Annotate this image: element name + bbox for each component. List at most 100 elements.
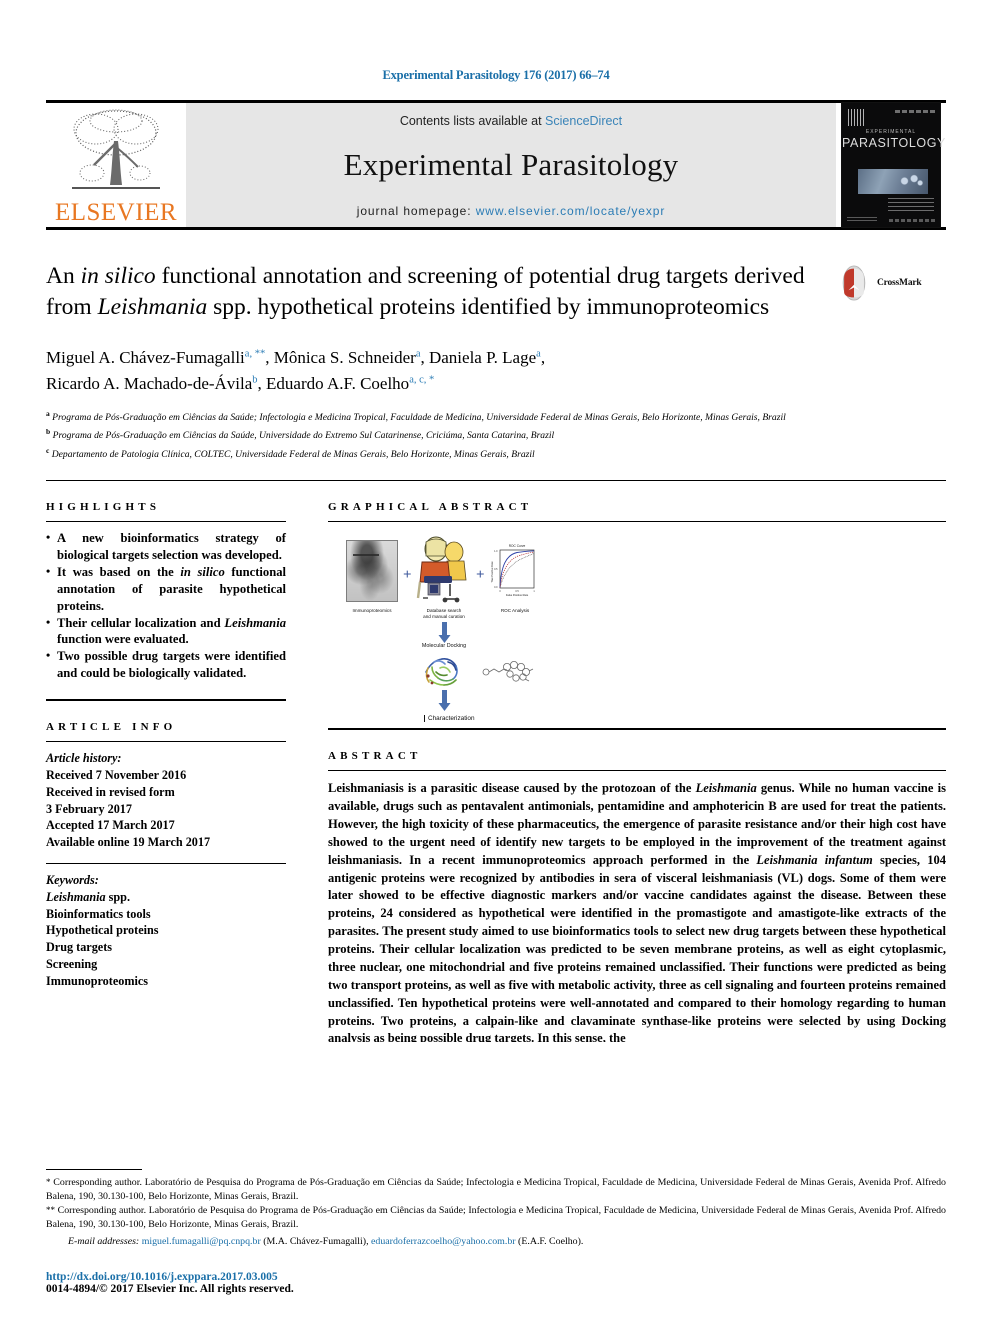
contents-list-line: Contents lists available at ScienceDirec…: [400, 114, 622, 128]
caption-roc-analysis: ROC Analysis: [500, 608, 530, 614]
down-arrow-icon-2: [438, 690, 451, 712]
history-item: Received in revised form: [46, 784, 175, 799]
article-history: Article history: Received 7 November 201…: [46, 750, 286, 851]
author-1-affil-marker[interactable]: a, **: [245, 348, 265, 359]
svg-text:0: 0: [499, 590, 501, 593]
svg-text:True Positive Rate: True Positive Rate: [490, 561, 494, 583]
author-5-affil-marker[interactable]: a, c, *: [409, 374, 434, 385]
cover-footer-url: [889, 219, 935, 222]
journal-cover-cell: EXPERIMENTAL PARASITOLOGY: [836, 102, 946, 228]
graphical-abstract-heading: GRAPHICAL ABSTRACT: [328, 501, 533, 514]
svg-text:0.0: 0.0: [494, 586, 498, 589]
list-item: Two possible drug targets were identifie…: [46, 647, 286, 682]
homepage-url-link[interactable]: www.elsevier.com/locate/yexpr: [476, 204, 666, 218]
corresponding-author-note-2: ** Corresponding author. Laboratório de …: [46, 1204, 946, 1232]
article-info-divider: [46, 741, 286, 743]
affiliation-c-text: Departamento de Patologia Clínica, COLTE…: [51, 448, 535, 460]
graphical-abstract-bottom-divider: [328, 728, 946, 731]
abstract-seg-3: species, 104 antigenic proteins were rec…: [328, 852, 946, 1043]
history-item: Available online 19 March 2017: [46, 835, 211, 850]
page-title: An in silico functional annotation and s…: [46, 261, 824, 323]
protein-structure-image: [425, 658, 458, 686]
contents-prefix: Contents lists available at: [399, 114, 546, 128]
svg-text:0.5: 0.5: [515, 590, 519, 593]
journal-masthead: ELSEVIER Contents lists available at Sci…: [46, 100, 946, 230]
cover-topright-text: [895, 110, 935, 113]
crossmark-label: CrossMark: [877, 278, 922, 288]
title-italic-in-silico: in silico: [80, 263, 156, 289]
email-addresses-line: E-mail addresses: miguel.fumagalli@pq.cn…: [46, 1236, 946, 1247]
sciencedirect-band: Contents lists available at ScienceDirec…: [186, 103, 836, 227]
highlights-list: A new bioinformatics strategy of biologi…: [46, 529, 286, 682]
running-head: Experimental Parasitology 176 (2017) 66–…: [382, 68, 610, 82]
keywords-divider: [46, 863, 286, 864]
note-2-text: Corresponding author. Laboratório de Pes…: [46, 1204, 946, 1230]
caption-database-search: Database search and manual curation: [423, 608, 465, 620]
crossmark-badge[interactable]: CrossMark: [836, 265, 946, 301]
affiliation-a: a Programa de Pós-Graduação em Ciências …: [46, 408, 946, 425]
highlight-2-pre: Their cellular localization and: [57, 615, 225, 630]
list-item: Hypothetical proteins: [46, 923, 159, 938]
elsevier-tree-icon: [72, 109, 160, 189]
history-item: 3 February 2017: [46, 801, 132, 816]
corresponding-author-note-1: * Corresponding author. Laboratório de P…: [46, 1176, 946, 1204]
affiliation-b: b Programa de Pós-Graduação em Ciências …: [46, 426, 946, 443]
down-arrow-icon-1: [438, 622, 451, 644]
roc-curve-chart: ROC Curve True Positive Rate False Posit…: [488, 540, 540, 603]
keyword-0-rest: spp.: [105, 889, 130, 904]
list-item: Screening: [46, 957, 98, 972]
elsevier-wordmark: ELSEVIER: [54, 199, 178, 226]
journal-homepage-line: journal homepage: www.elsevier.com/locat…: [357, 204, 665, 218]
author-1: Miguel A. Chávez-Fumagalli: [46, 348, 245, 368]
abstract-heading: ABSTRACT: [328, 750, 422, 763]
email-link-2[interactable]: eduardoferrazcoelho@yahoo.com.br: [371, 1236, 516, 1247]
cover-micrograph-image: [858, 169, 928, 194]
highlight-1-pre: It was based on the: [57, 564, 181, 579]
keyword-0-italic: Leishmania: [46, 889, 106, 904]
gel-band: [353, 554, 379, 557]
elsevier-logo: ELSEVIER: [46, 103, 186, 227]
copyright-line: 0014-4894/© 2017 Elsevier Inc. All right…: [46, 1283, 294, 1295]
svg-text:False Positive Rate: False Positive Rate: [506, 593, 529, 597]
footnotes: * Corresponding author. Laboratório de P…: [46, 1168, 946, 1247]
list-item: Leishmania spp.: [46, 889, 286, 906]
footnote-divider: [46, 1168, 142, 1170]
abstract-italic-leishmania: Leishmania: [695, 781, 757, 796]
highlight-2-post: function were evaluated.: [57, 632, 189, 647]
list-item: Bioinformatics tools: [46, 906, 151, 921]
footer-block: http://dx.doi.org/10.1016/j.exppara.2017…: [46, 1271, 294, 1295]
chemical-structure-image: [482, 661, 534, 682]
highlights-bottom-divider: [46, 699, 286, 702]
author-2-sep: , Mônica S. Schneider: [265, 348, 416, 368]
researcher-at-computer-image: [416, 536, 467, 603]
homepage-label: journal homepage:: [356, 204, 476, 218]
graphical-abstract-divider: [328, 521, 946, 523]
affiliation-c-marker: c: [46, 445, 50, 455]
highlight-3-pre: Two possible drug targets were identifie…: [57, 649, 286, 681]
history-item: Accepted 17 March 2017: [46, 818, 175, 833]
author-line-comma: ,: [540, 348, 546, 368]
note-1-marker: *: [46, 1176, 51, 1187]
abstract-body: Leishmaniasis is a parasitic disease cau…: [328, 780, 946, 1042]
author-list: Miguel A. Chávez-Fumagallia, **, Mônica …: [46, 345, 946, 396]
affiliation-b-marker: b: [46, 427, 51, 437]
sciencedirect-link[interactable]: ScienceDirect: [545, 114, 622, 128]
right-column: GRAPHICAL ABSTRACT + + ROC Curve True Po…: [304, 481, 946, 1042]
highlight-2-italic: Leishmania: [224, 615, 286, 630]
author-4: Ricardo A. Machado-de-Ávila: [46, 373, 253, 393]
svg-text:0.5: 0.5: [494, 568, 498, 571]
author-5-sep: , Eduardo A.F. Coelho: [257, 373, 410, 393]
abstract-italic-l-infantum: Leishmania infantum: [756, 852, 873, 867]
journal-cover-thumbnail: EXPERIMENTAL PARASITOLOGY: [841, 102, 945, 228]
affiliation-c: c Departamento de Patologia Clínica, COL…: [46, 445, 946, 462]
affiliation-a-marker: a: [46, 409, 50, 419]
article-history-label: Article history:: [46, 751, 122, 766]
cover-barcode-icon: [848, 109, 865, 126]
email-link-1[interactable]: miguel.fumagalli@pq.cnpq.br: [142, 1236, 261, 1247]
highlight-1-italic: in silico: [180, 564, 225, 579]
keywords-label: Keywords:: [46, 873, 99, 887]
note-1-text: Corresponding author. Laboratório de Pes…: [46, 1176, 946, 1202]
cover-small-title: EXPERIMENTAL: [865, 129, 917, 135]
caption-immunoproteomics: Immunoproteomics: [352, 608, 392, 614]
doi-link[interactable]: http://dx.doi.org/10.1016/j.exppara.2017…: [46, 1271, 294, 1283]
